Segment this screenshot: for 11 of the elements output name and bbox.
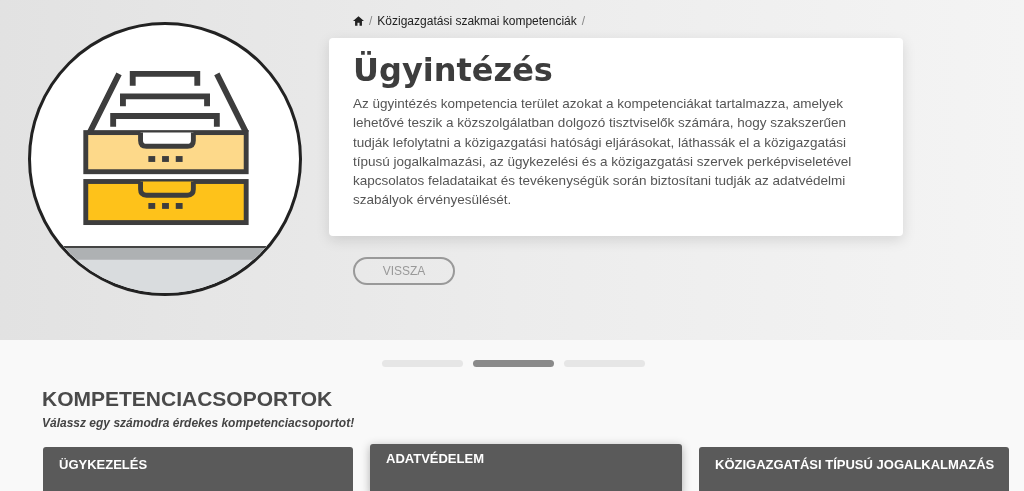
section-title: KOMPETENCIACSOPORTOK [42,387,334,411]
breadcrumb-separator: / [369,13,373,30]
group-card[interactable]: ADATVÉDELEM [370,444,682,491]
section-subtitle: Válassz egy számodra érdekes kompetenciacsoportot! [42,415,356,432]
breadcrumb-separator: / [581,13,586,30]
description-text: Az ügyintézés kompetencia terület azokat a kompetenciákat tartalmazza, amelyek lehetővé teszik a közszolgálatban dolgozó tisztviselők számára, hogy szakszerűen tudják lefolytatni a közigazgatási hatósági eljárásokat, láthassák el a közigazgatási típusú jogalkalmazási, az ügykezelési és a közigazgatási szervek perképviseletével kapcsolatos feladataikat és tevékenységük során biztosítani tudják az adatvédelmi szabályok érvényesülését. [353,95,853,210]
group-card[interactable]: KÖZIGAZGATÁSI TÍPUSÚ JOGALKALMAZÁS [699,447,1009,491]
page-title: Ügyintézés [353,50,554,90]
group-card[interactable]: ÜGYKEZELÉS [43,447,353,491]
home-icon[interactable] [353,16,364,26]
breadcrumb-link[interactable]: Közigazgatási szakmai kompetenciák [377,12,577,30]
